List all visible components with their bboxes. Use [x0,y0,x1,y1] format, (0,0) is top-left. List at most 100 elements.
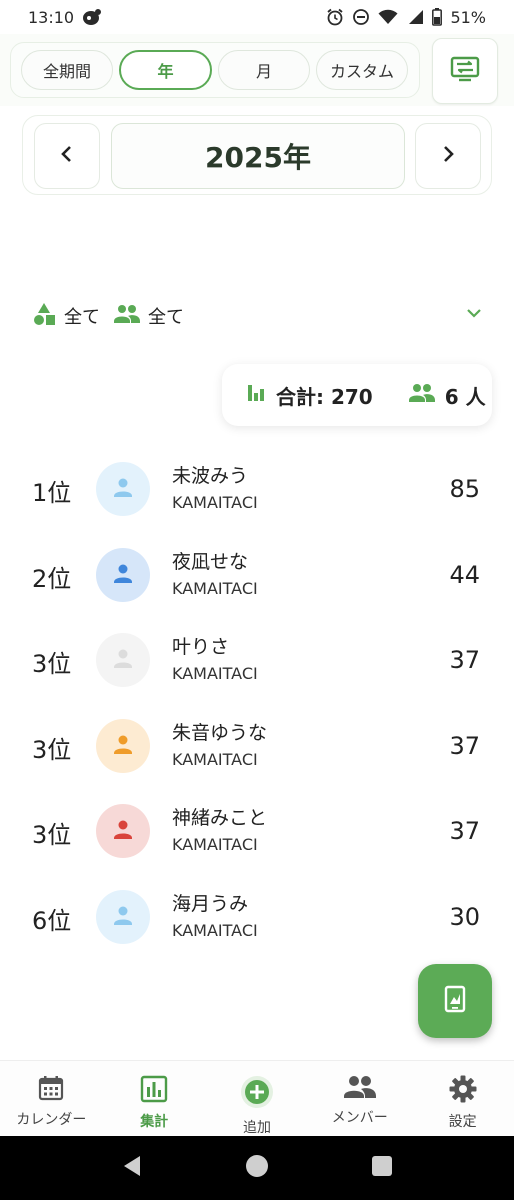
wifi-icon [378,9,398,25]
people-icon [343,1075,376,1103]
bar-chart-icon [140,1075,168,1107]
rank-position: 2位 [32,564,72,593]
member-group: KAMAITACI [172,493,258,512]
list-item[interactable]: 2位 夜凪せな KAMAITACI 44 [0,533,514,619]
list-item[interactable]: 3位 神緒みこと KAMAITACI 37 [0,789,514,875]
member-name: 未波みう [172,465,249,487]
category-filter-value: 全て [64,307,100,328]
year-selector: 2025年 [22,115,492,195]
member-name: 神緒みこと [172,807,268,830]
people-icon [408,383,435,408]
nav-settings-label: 設定 [448,1114,477,1130]
avatar [96,889,150,944]
member-filter-value: 全て [148,307,184,328]
chevron-left-icon [60,145,74,167]
bottom-navigation: カレンダー 集計 追加 メンバー 設定 [0,1060,514,1136]
nav-calendar-label: カレンダー [16,1112,87,1128]
member-group: KAMAITACI [172,835,258,855]
list-item[interactable]: 1位 未波みう KAMAITACI 85 [0,447,514,533]
swap-icon [450,56,480,86]
summary-card: 合計: 270 6 人 [222,364,492,426]
rank-position: 1位 [32,479,72,507]
status-bar: 13:10 51% [0,0,514,34]
bar-chart-icon [246,383,266,408]
person-icon [111,817,135,845]
signal-icon [406,9,424,25]
shapes-icon [32,302,56,331]
member-name: 叶りさ [172,636,230,659]
person-icon [111,732,135,760]
nav-add-label: 追加 [242,1120,271,1136]
ranking-list: 1位 未波みう KAMAITACI 85 2位 夜凪せな KAMAITACI 4… [0,447,514,961]
list-item[interactable]: 3位 叶りさ KAMAITACI 37 [0,618,514,704]
filter-row[interactable]: 全て 全て [32,300,482,332]
avatar [96,547,150,602]
avatar [96,804,150,859]
person-icon [111,903,135,931]
nav-summary[interactable]: 集計 [103,1061,206,1136]
rank-position: 3位 [32,821,72,850]
summary-total: 合計: 270 [276,384,373,409]
list-item[interactable]: 3位 朱音ゆうな KAMAITACI 37 [0,704,514,790]
phone-image-icon [444,985,466,1017]
people-icon [114,304,140,329]
category-filter[interactable]: 全て [32,302,100,331]
avatar [96,633,150,688]
summary-people: 6 人 [444,384,486,409]
do-not-disturb-icon [352,8,370,26]
battery-percent: 51% [450,7,486,27]
home-icon[interactable] [245,1154,269,1182]
member-group: KAMAITACI [172,920,258,940]
screenshot-fab-button[interactable] [418,964,492,1038]
calendar-icon [38,1075,64,1105]
member-group: KAMAITACI [172,578,258,598]
avatar [96,718,150,773]
alarm-icon [326,8,344,26]
chevron-right-icon [441,145,455,167]
battery-icon [432,8,443,26]
tab-custom[interactable]: カスタム [316,50,408,90]
member-score: 44 [449,560,480,589]
app-notification-icon [82,8,102,26]
gear-icon [449,1075,477,1107]
back-icon[interactable] [121,1154,143,1182]
period-tabs: 全期間 年 月 カスタム [10,42,420,98]
member-score: 30 [449,902,480,931]
avatar [96,462,150,516]
member-name: 夜凪せな [172,550,249,573]
nav-summary-label: 集計 [140,1114,169,1130]
member-group: KAMAITACI [172,664,258,684]
member-name: 朱音ゆうな [172,721,268,744]
tab-all-period[interactable]: 全期間 [21,50,113,90]
rank-position: 3位 [32,650,72,679]
nav-add[interactable]: 追加 [206,1061,309,1136]
person-icon [111,646,135,674]
member-name: 海月うみ [172,892,249,915]
system-navigation-bar [0,1136,514,1200]
tab-month[interactable]: 月 [218,50,310,90]
member-group: KAMAITACI [172,749,258,769]
add-circle-icon [240,1075,274,1113]
list-item[interactable]: 6位 海月うみ KAMAITACI 30 [0,875,514,961]
nav-settings[interactable]: 設定 [411,1061,514,1136]
current-year[interactable]: 2025年 [111,123,405,189]
nav-members-label: メンバー [331,1110,388,1126]
rank-position: 6位 [32,906,72,935]
member-filter[interactable]: 全て [114,303,184,329]
member-score: 85 [449,475,480,503]
tab-year[interactable]: 年 [119,50,212,90]
status-time: 13:10 [28,7,75,27]
rank-position: 3位 [32,735,72,764]
switch-view-button[interactable] [432,38,498,104]
nav-members[interactable]: メンバー [308,1061,411,1136]
chevron-down-icon[interactable] [466,304,482,323]
previous-year-button[interactable] [34,123,100,189]
person-icon [111,475,135,503]
next-year-button[interactable] [415,123,481,189]
recents-icon[interactable] [371,1155,393,1181]
member-score: 37 [449,817,480,846]
member-score: 37 [449,646,480,675]
period-header: 全期間 年 月 カスタム [0,34,514,106]
nav-calendar[interactable]: カレンダー [0,1061,103,1136]
person-icon [111,561,135,589]
